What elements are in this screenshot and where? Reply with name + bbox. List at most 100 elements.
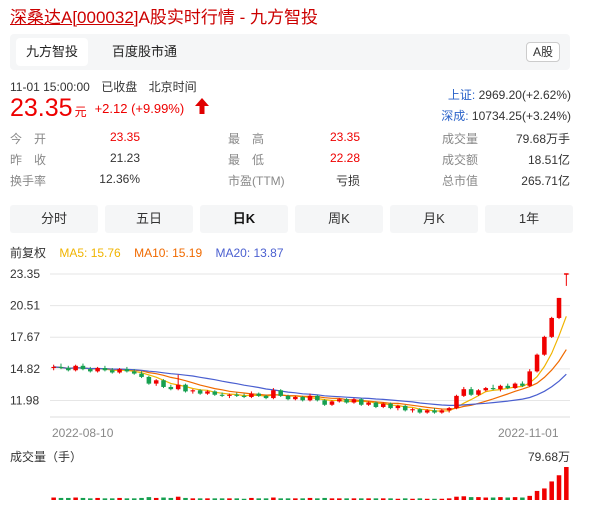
current-price: 23.35 xyxy=(10,94,73,122)
candle-body xyxy=(322,400,327,405)
candle-body xyxy=(168,386,174,390)
adjust-label[interactable]: 前复权 xyxy=(10,246,46,260)
candle-body xyxy=(534,354,540,372)
stat-label: 总市值 xyxy=(442,174,479,188)
tab-baidu-gushitong[interactable]: 百度股市通 xyxy=(102,38,187,66)
candle-body xyxy=(153,380,159,384)
candle-body xyxy=(256,393,262,396)
candle-body xyxy=(131,371,137,374)
period-button-weekly-k[interactable]: 周K xyxy=(295,205,383,233)
candle-body xyxy=(234,394,240,396)
candle-body xyxy=(380,403,386,407)
volume-bar xyxy=(322,497,327,500)
volume-bar xyxy=(168,497,174,500)
volume-bar xyxy=(234,498,240,500)
candle-body xyxy=(58,366,64,369)
stat-value: 23.35 xyxy=(109,130,140,144)
candle-body xyxy=(66,368,71,371)
candle-body xyxy=(161,380,166,387)
volume-bar xyxy=(124,498,130,500)
y-tick-label: 20.51 xyxy=(10,299,40,313)
candle-body xyxy=(424,410,430,413)
candle-body xyxy=(351,399,357,403)
candle-body xyxy=(285,395,291,400)
stock-name-code-link[interactable]: 深桑达A[000032] xyxy=(10,8,139,27)
candle-body xyxy=(476,390,481,395)
stat-label: 换手率 xyxy=(10,174,47,188)
period-button-5day[interactable]: 五日 xyxy=(105,205,193,233)
candle-body xyxy=(241,395,247,397)
period-button-intraday[interactable]: 分时 xyxy=(10,205,98,233)
candle-body xyxy=(498,385,503,390)
volume-bar xyxy=(307,497,313,500)
volume-bar xyxy=(58,497,64,500)
candle-body xyxy=(307,395,313,401)
volume-bar xyxy=(102,498,108,500)
period-button-monthly-k[interactable]: 月K xyxy=(390,205,478,233)
page-title: 深桑达A[000032]A股实时行情 - 九方智投 xyxy=(10,3,318,28)
candle-body xyxy=(271,390,276,399)
volume-bar xyxy=(454,496,459,500)
candles xyxy=(51,273,569,414)
stats-row: 换手率 12.36% 市盈(TTM) 亏损 总市值 265.71亿 xyxy=(10,172,570,193)
stat-label: 最 低 xyxy=(228,153,265,167)
y-tick-label: 17.67 xyxy=(10,330,40,344)
volume-bar xyxy=(315,498,320,500)
stats-table: 今 开 23.35 最 高 23.35 成交量 79.68万手 昨 收 21.2… xyxy=(10,130,570,193)
up-arrow-icon xyxy=(194,98,209,119)
volume-bar xyxy=(329,498,335,500)
volume-bar xyxy=(388,498,393,500)
candle-body xyxy=(263,395,269,399)
price-change: +2.12 (+9.99%) xyxy=(94,101,185,116)
candle-body xyxy=(102,368,108,371)
volume-bar xyxy=(88,498,93,500)
volume-bars xyxy=(51,467,569,500)
volume-bar xyxy=(446,498,452,500)
index-shanghai[interactable]: 上证: 2969.20(+2.62%) xyxy=(448,86,571,103)
tab-jiufang[interactable]: 九方智投 xyxy=(16,38,89,66)
y-axis-labels: 23.35 20.51 17.67 14.82 11.98 xyxy=(10,267,40,408)
volume-label: 成交量（手） xyxy=(10,449,82,464)
period-button-1year[interactable]: 1年 xyxy=(485,205,573,233)
index-label: 深成: xyxy=(441,109,469,123)
volume-bar xyxy=(139,497,144,500)
candle-body xyxy=(388,403,393,409)
candle-body xyxy=(73,365,78,371)
volume-bar xyxy=(439,498,445,500)
volume-bar xyxy=(66,497,71,500)
candle-body xyxy=(51,366,56,369)
candle-body xyxy=(315,395,320,401)
volume-bar xyxy=(527,495,532,500)
candle-body xyxy=(402,405,408,411)
candle-body xyxy=(139,373,144,377)
volume-bar xyxy=(256,498,262,500)
volume-bar xyxy=(380,498,386,500)
volume-bar xyxy=(490,497,496,500)
candle-body xyxy=(124,369,130,372)
volume-bar xyxy=(344,498,349,500)
volume-bar xyxy=(534,490,540,500)
volume-bar xyxy=(417,498,423,500)
stat-value: 79.68万手 xyxy=(515,132,570,146)
period-button-daily-k[interactable]: 日K xyxy=(200,205,288,233)
volume-bar xyxy=(161,497,166,500)
volume-bar xyxy=(424,498,430,500)
candle-body xyxy=(227,394,232,396)
volume-bar xyxy=(241,498,247,500)
candle-body xyxy=(410,409,415,411)
volume-bar xyxy=(219,498,225,500)
volume-bar xyxy=(263,498,269,500)
stat-label: 成交额 xyxy=(442,153,479,167)
volume-bar xyxy=(117,497,122,500)
kline-chart[interactable]: 23.35 20.51 17.67 14.82 11.98 2022-08-10 202… xyxy=(0,262,591,507)
volume-bar xyxy=(483,497,489,500)
index-shenzhen[interactable]: 深成: 10734.25(+3.24%) xyxy=(441,107,571,124)
volume-bar xyxy=(190,498,196,500)
candle-body xyxy=(417,409,423,413)
stat-value: 21.23 xyxy=(109,151,140,165)
volume-bar xyxy=(131,498,137,500)
stats-row: 昨 收 21.23 最 低 22.28 成交额 18.51亿 xyxy=(10,151,570,172)
status-timezone: 北京时间 xyxy=(148,80,197,94)
volume-bar xyxy=(337,498,342,500)
candle-body xyxy=(337,399,342,402)
